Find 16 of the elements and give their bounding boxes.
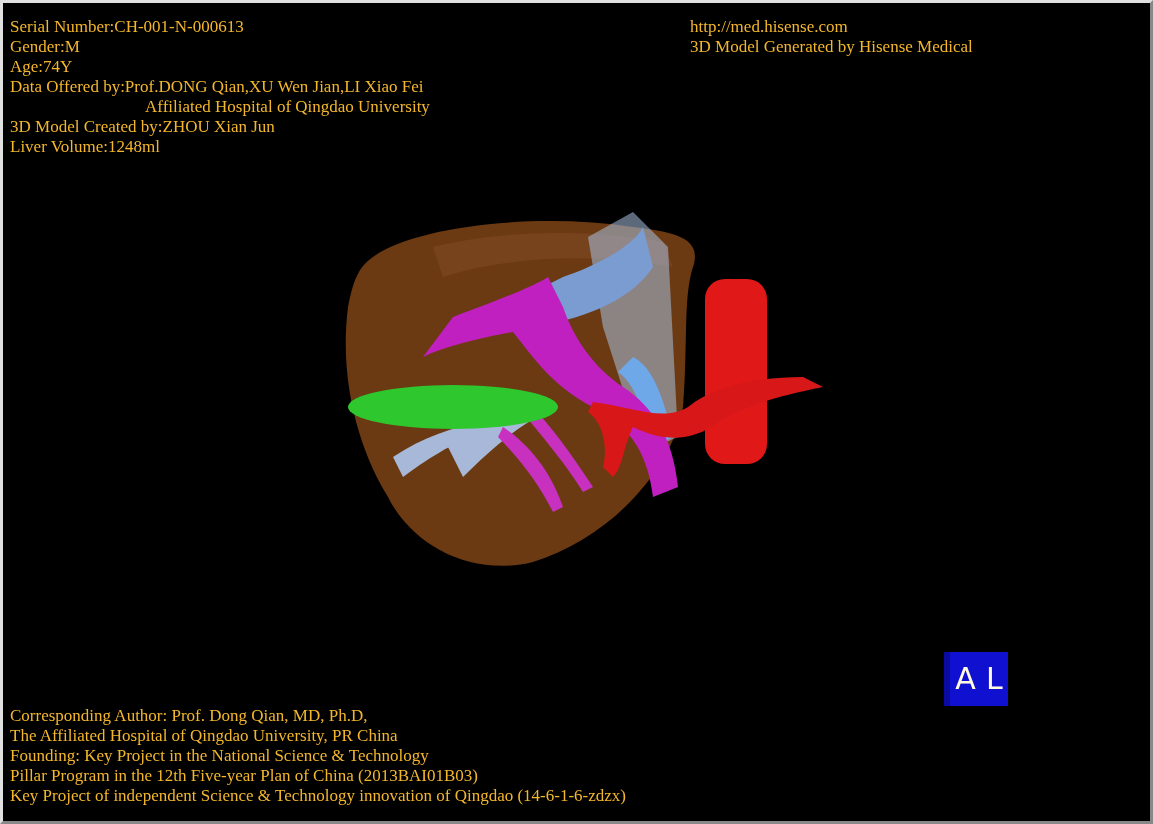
info-text: 3D Model Created by:ZHOU Xian Jun (10, 117, 275, 137)
credit-text: Pillar Program in the 12th Five-year Plan of China (2013BAI01B03) (10, 766, 478, 786)
info-text: Liver Volume:1248ml (10, 137, 160, 157)
info-text: Affiliated Hospital of Qingdao University (144, 97, 430, 117)
credit-text: Founding: Key Project in the National Science & Technology (10, 746, 429, 766)
info-text: Age:74Y (10, 57, 73, 77)
credit-text: The Affiliated Hospital of Qingdao University, PR China (10, 726, 398, 746)
credit-text: Corresponding Author: Prof. Dong Qian, MD, Ph.D, (10, 706, 368, 726)
info-text: 3D Model Generated by Hisense Medical (690, 37, 973, 57)
website-url: http://med.hisense.com (690, 17, 848, 37)
info-text: Serial Number:CH-001-N-000613 (10, 17, 244, 37)
info-text: Data Offered by:Prof.DONG Qian,XU Wen Jian,LI Xiao Fei (10, 77, 424, 97)
credit-text: Key Project of independent Science & Technology innovation of Qingdao (14-6-1-6-zdzx) (10, 786, 626, 806)
orientation-label: A (955, 669, 976, 689)
info-text: Gender:M (10, 37, 80, 57)
orientation-label: L (986, 669, 1003, 689)
